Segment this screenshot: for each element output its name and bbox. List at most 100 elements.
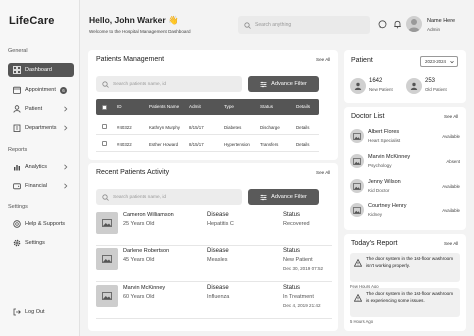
image-placeholder-icon [96,212,118,234]
row-checkbox[interactable] [102,124,107,129]
table-row[interactable]: #40322 Kathryn Murphy 8/15/17 Diabetes D… [96,119,319,135]
building-icon [13,124,21,132]
column-header-admit[interactable]: Admit [189,104,201,109]
old-patient-icon [406,78,422,94]
patients-table-header: ID Patients Name Admit Type Status Detai… [96,99,319,115]
column-header-status[interactable]: Status [260,104,273,109]
sidebar-item-settings[interactable]: Settings [8,236,74,250]
filter-icon [260,194,267,201]
chart-icon [13,163,21,171]
patient-age: 45 Years Old [123,257,155,263]
select-all-checkbox[interactable] [102,104,107,110]
table-row[interactable]: #40322 Esther Howard 8/15/17 Hypertensio… [96,136,319,152]
appointment-count-badge: 6 [60,86,67,94]
advance-filter-button[interactable]: Advance Filter [248,76,319,92]
activity-item[interactable]: Cameron Williamson 25 Years Old Disease … [96,212,332,246]
report-text: The door system in the 1st-floor washroo… [366,291,454,303]
doctor-status: Available [442,184,460,189]
user-icon [13,105,21,113]
sidebar-item-label: Help & Supports [25,221,66,227]
sidebar: LifeCare General Dashboard Appointment 6… [0,0,80,336]
logout-button[interactable]: Log Out [8,305,74,319]
todays-report-title: Today's Report [351,240,398,247]
patients-see-all-link[interactable]: See All [316,57,330,62]
row-checkbox[interactable] [102,141,107,146]
activity-search-placeholder: Search patients name, id [113,194,167,200]
sidebar-item-departments[interactable]: Departments [8,121,74,135]
new-patient-icon [350,78,366,94]
old-patient-count: 253 [425,78,436,84]
advance-filter-label: Advance Filter [271,81,307,87]
doctor-list-item[interactable]: Marvin McKinney Psychology Absent [350,152,460,176]
sidebar-item-analytics[interactable]: Analytics [8,160,74,174]
sidebar-item-label: Analytics [25,164,48,170]
cell-name: Kathryn Murphy [149,124,180,130]
cell-id: #40322 [117,141,132,147]
cell-admit: 8/15/17 [189,124,204,130]
cell-details-link[interactable]: Details [296,125,309,130]
year-select[interactable]: 2023-2024 [420,56,458,67]
doctor-status: Available [442,134,460,139]
report-see-all-link[interactable]: See All [444,241,458,246]
app-logo: LifeCare [9,15,55,27]
activity-advance-filter-button[interactable]: Advance Filter [248,189,319,205]
cell-details-link[interactable]: Details [296,142,309,147]
cell-type: Hypertension [224,141,250,147]
sidebar-item-patient[interactable]: Patient [8,102,74,116]
search-placeholder: Search anything [255,22,292,28]
column-header-name[interactable]: Patients Name [149,104,179,109]
doctor-avatar [350,179,364,193]
chevron-right-icon [63,125,68,131]
dashboard-icon [13,66,21,74]
doctor-status: Available [442,208,460,213]
search-icon [102,80,109,88]
doctor-name: Jenny Wilson [368,179,401,185]
report-time: 5 Hours Ago [350,319,374,324]
old-patient-label: Old Patient [425,87,447,92]
report-item[interactable]: The door system in the 1st-floor washroo… [350,288,460,317]
logout-label: Log Out [25,309,45,315]
warning-icon [354,259,362,267]
status-header: Status [283,212,301,218]
status-header: Status [283,285,301,291]
column-header-details[interactable]: Details [296,104,310,109]
cell-id: #40322 [117,124,132,130]
doctor-list-item[interactable]: Jenny Wilson Kid Doctor Available [350,177,460,201]
disease-header: Disease [207,285,229,291]
user-role: Admin [427,27,441,32]
new-patient-count: 1642 [369,78,383,84]
year-select-value: 2023-2024 [425,59,446,64]
page-greeting: Hello, John Warker 👋 [89,15,179,25]
patient-name: Cameron Williamson [123,212,174,218]
doctor-avatar [350,203,364,217]
gear-icon [13,239,21,247]
activity-item[interactable]: Marvin McKinney 60 Years Old Disease Inf… [96,285,332,319]
cell-type: Diabetes [224,124,242,130]
avatar[interactable] [406,16,422,32]
cell-status: Discharge [260,124,280,130]
patients-search-input[interactable]: Search patients name, id [96,76,242,92]
sidebar-item-financial[interactable]: Financial [8,179,74,193]
message-icon[interactable] [378,20,387,29]
sidebar-item-help[interactable]: Help & Supports [8,217,74,231]
bell-icon[interactable] [393,20,402,29]
activity-item[interactable]: Darlene Robertson 45 Years Old Disease M… [96,248,332,282]
image-placeholder-icon [96,285,118,307]
patient-name: Darlene Robertson [123,248,170,254]
doctor-list-item[interactable]: Courtney Henry Kidney Available [350,201,460,225]
doctor-list-item[interactable]: Albert Flores Heart Specialist Available [350,127,460,151]
status-date: Dec 4, 2019 21:42 [283,303,321,308]
column-header-id[interactable]: ID [117,104,122,109]
disease-value: Influenza [207,294,230,300]
chevron-right-icon [63,164,68,170]
global-search-input[interactable]: Search anything [238,16,370,34]
report-item[interactable]: The door system in the 1st-floor washroo… [350,253,460,282]
cell-name: Esther Howard [149,141,179,147]
column-header-type[interactable]: Type [224,104,234,109]
activity-see-all-link[interactable]: See All [316,170,330,175]
doctor-see-all-link[interactable]: See All [444,114,458,119]
sidebar-item-dashboard[interactable]: Dashboard [8,63,74,77]
sidebar-item-appointment[interactable]: Appointment 6 [8,83,74,97]
activity-search-input[interactable]: Search patients name, id [96,189,242,205]
doctor-name: Albert Flores [368,129,400,135]
